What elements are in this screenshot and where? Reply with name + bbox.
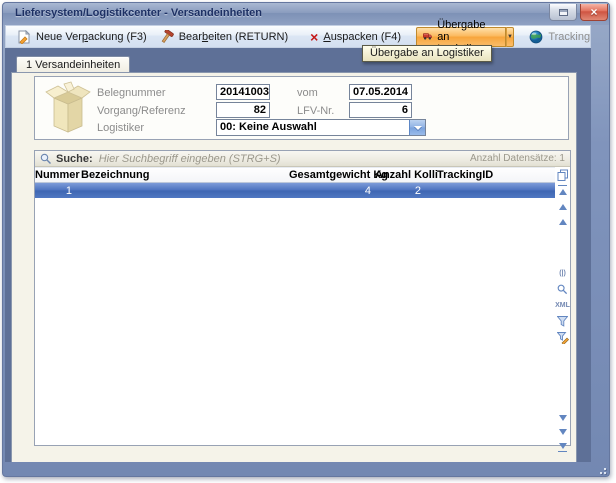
globe-icon: [529, 30, 543, 44]
new-document-icon: [18, 30, 31, 44]
window-title: Liefersystem/Logistikcenter - Versandein…: [15, 7, 262, 19]
title-bar[interactable]: Liefersystem/Logistikcenter - Versandein…: [3, 3, 609, 25]
chevron-down-icon: ▼: [507, 34, 513, 40]
tracking-label: Tracking: [548, 31, 590, 43]
tab-label: 1 Versandeinheiten: [26, 59, 120, 71]
content-area: 1 Versandeinheiten Belegnummer 20141003 …: [5, 48, 591, 462]
handover-button[interactable]: Übergabe an Logistiker: [416, 27, 506, 47]
vom-field[interactable]: 07.05.2014: [349, 84, 412, 100]
scroll-up-page-button[interactable]: [556, 200, 569, 213]
cell-nummer: 1: [35, 185, 77, 197]
grid-header-row: Nummer Bezeichnung Gesamtgewicht Kg Anza…: [35, 167, 555, 183]
filter-icon[interactable]: [556, 315, 569, 328]
scroll-down-page-button[interactable]: [556, 425, 569, 438]
toolbar: Neue Verpackung (F3) Bearbeiten (RETURN)…: [5, 25, 591, 48]
grid-search-icon[interactable]: [556, 283, 569, 296]
record-count: Anzahl Datensätze: 1: [470, 153, 565, 164]
logistiker-dropdown-button[interactable]: [409, 120, 425, 135]
handover-split-button: Übergabe an Logistiker ▼: [416, 27, 514, 47]
handover-dropdown-button[interactable]: ▼: [506, 27, 515, 47]
cell-gesamtgewicht: 4: [289, 185, 375, 197]
logistiker-label: Logistiker: [97, 122, 144, 134]
arrow-down-icon: [559, 443, 567, 449]
shipment-form-panel: Belegnummer 20141003 vom 07.05.2014 Vorg…: [34, 76, 569, 140]
arrow-up-icon: [559, 219, 567, 225]
search-bar[interactable]: Suche: Hier Suchbegriff eingeben (STRG+S…: [35, 151, 570, 167]
scroll-down-button[interactable]: [556, 411, 569, 424]
cell-anzahl-kolli: 2: [375, 185, 427, 197]
tooltip-text: Übergabe an Logistiker: [370, 47, 484, 59]
close-icon: ×: [590, 5, 597, 19]
close-button[interactable]: ×: [580, 4, 608, 21]
data-grid: Nummer Bezeichnung Gesamtgewicht Kg Anza…: [35, 167, 556, 445]
column-header-anzahl-kolli[interactable]: Anzahl Kolli: [375, 169, 427, 181]
tab-versandeinheiten[interactable]: 1 Versandeinheiten: [16, 56, 130, 72]
edit-filter-icon[interactable]: [556, 331, 569, 344]
search-label: Suche:: [56, 153, 93, 165]
xml-export-icon[interactable]: XML: [556, 299, 569, 312]
truck-icon: [423, 30, 432, 43]
column-header-bezeichnung[interactable]: Bezeichnung: [77, 169, 289, 181]
logistiker-value: 00: Keine Auswahl: [220, 121, 317, 133]
arrow-down-icon: [559, 415, 567, 421]
edit-button[interactable]: Bearbeiten (RETURN): [154, 27, 295, 46]
belegnummer-label: Belegnummer: [97, 87, 165, 99]
restore-icon: [559, 9, 568, 16]
arrow-up-icon: [559, 189, 567, 195]
edit-label: Bearbeiten (RETURN): [179, 31, 288, 43]
open-box-icon: [44, 80, 92, 136]
unpack-button[interactable]: × Auspacken (F4): [303, 27, 408, 46]
vorgang-label: Vorgang/Referenz: [97, 105, 186, 117]
column-header-trackingid[interactable]: TrackingID: [427, 169, 555, 181]
red-x-icon: ×: [310, 32, 318, 42]
belegnummer-field[interactable]: 20141003: [216, 84, 270, 100]
resize-grip[interactable]: [596, 464, 606, 474]
tooltip: Übergabe an Logistiker: [362, 45, 492, 62]
scroll-to-bottom-button[interactable]: [556, 439, 569, 452]
copy-icon[interactable]: [556, 168, 569, 181]
app-window: Liefersystem/Logistikcenter - Versandein…: [2, 2, 610, 477]
vom-label: vom: [297, 87, 318, 99]
vorgang-field[interactable]: 82: [216, 102, 270, 118]
hammer-icon: [161, 30, 174, 44]
new-packaging-label: Neue Verpackung (F3): [36, 31, 147, 43]
shipment-grid-panel: Suche: Hier Suchbegriff eingeben (STRG+S…: [34, 150, 571, 446]
scroll-up-button[interactable]: [556, 215, 569, 228]
unpack-label: Auspacken (F4): [323, 31, 401, 43]
scroll-to-top-button[interactable]: [556, 185, 569, 198]
grid-side-toolbar: (|) XML: [555, 167, 570, 445]
lfv-field[interactable]: 6: [349, 102, 412, 118]
arrow-down-icon: [559, 429, 567, 435]
new-packaging-button[interactable]: Neue Verpackung (F3): [11, 27, 154, 46]
table-row[interactable]: 1 4 2: [35, 183, 555, 198]
column-header-nummer[interactable]: Nummer: [35, 169, 77, 181]
column-width-icon[interactable]: (|): [556, 267, 569, 280]
restore-button[interactable]: [549, 4, 577, 21]
logistiker-dropdown[interactable]: 00: Keine Auswahl: [216, 119, 426, 136]
lfv-label: LFV-Nr.: [297, 105, 334, 117]
column-header-gesamtgewicht[interactable]: Gesamtgewicht Kg: [289, 169, 375, 181]
tab-page: Belegnummer 20141003 vom 07.05.2014 Vorg…: [11, 72, 577, 462]
arrow-up-icon: [559, 204, 567, 210]
dropdown-arrow-icon: [414, 126, 422, 130]
search-placeholder: Hier Suchbegriff eingeben (STRG+S): [99, 153, 281, 165]
tracking-button[interactable]: Tracking: [522, 27, 597, 46]
search-icon: [40, 153, 52, 165]
